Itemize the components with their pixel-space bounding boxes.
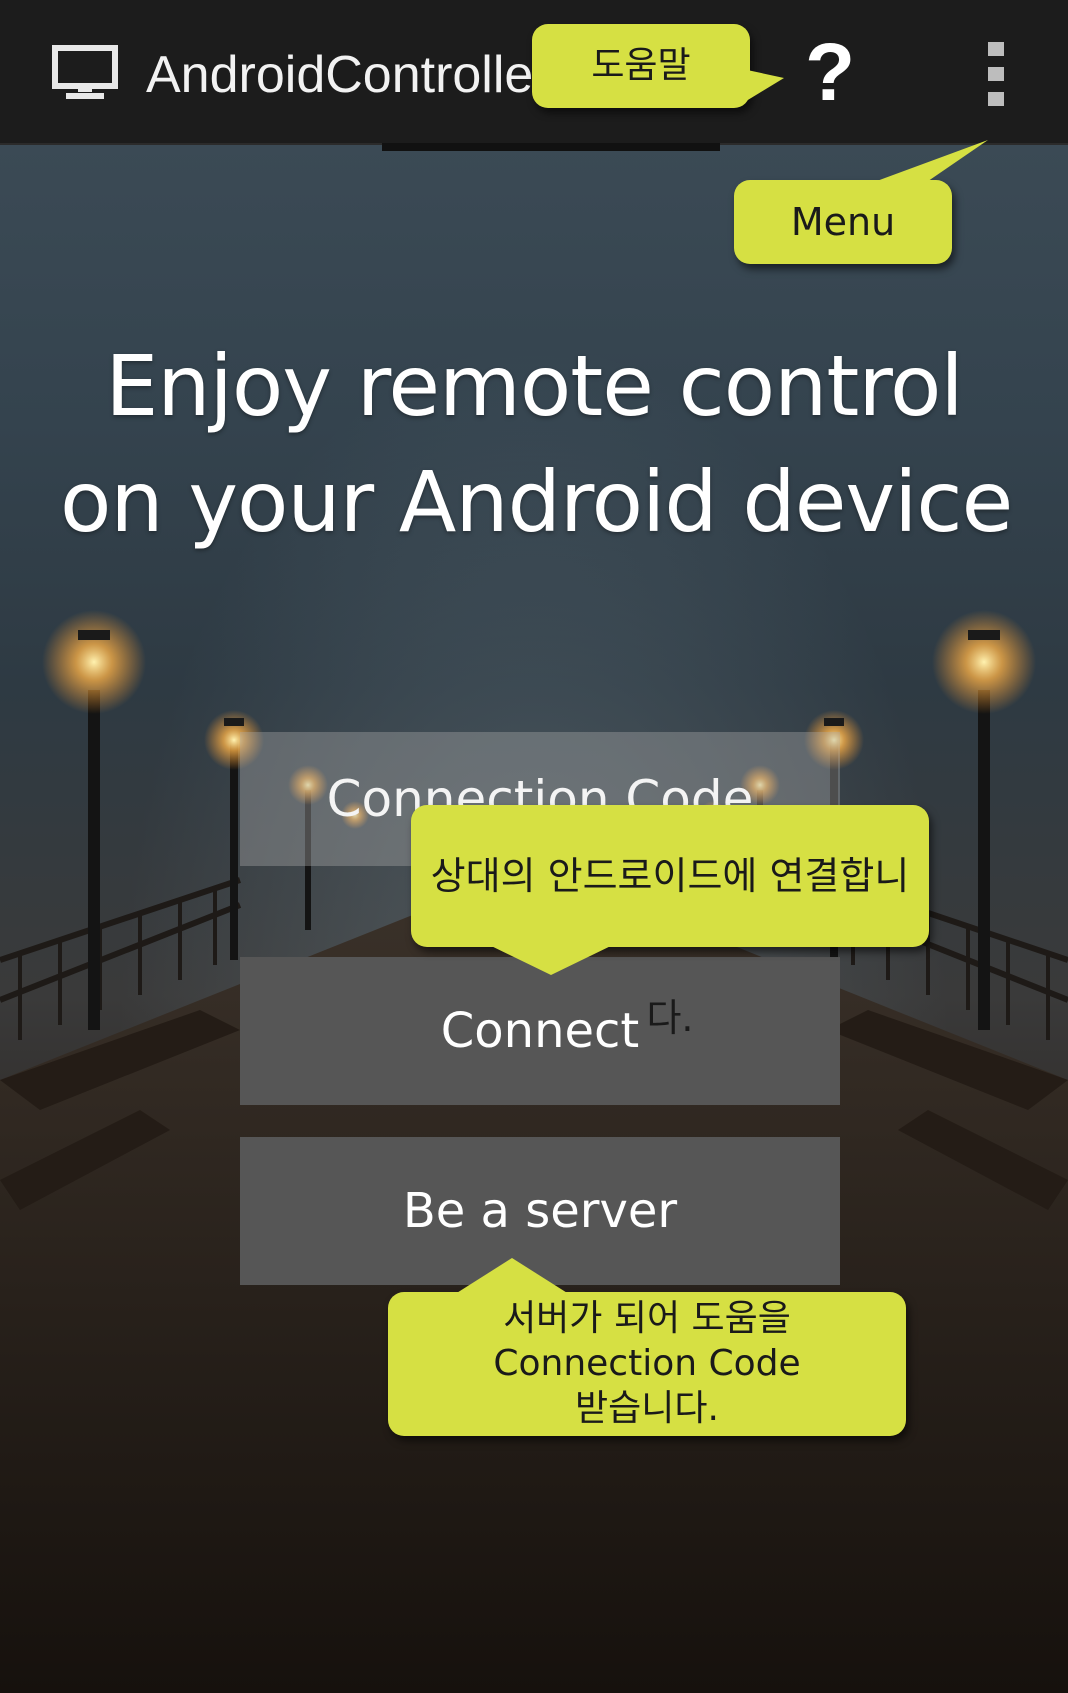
callout-tail [452, 1258, 572, 1296]
menu-callout: Menu [734, 140, 988, 264]
server-callout: 서버가 되어 도움을 Connection Code 받습니다. [388, 1258, 906, 1436]
headline-line-1: Enjoy remote control [105, 337, 964, 435]
overflow-menu-icon[interactable] [984, 40, 1008, 108]
help-callout: 도움말 [532, 24, 784, 108]
app-title: AndroidControlle [146, 46, 534, 104]
server-callout-text: 서버가 되어 도움을 Connection Code 받습니다. [388, 1296, 906, 1431]
connect-callout: 상대의 안드로이드에 연결합니다. [411, 805, 929, 1040]
server-callout-line-1: 서버가 되어 도움을 [503, 1298, 791, 1339]
server-callout-line-2: Connection Code [493, 1343, 801, 1384]
menu-callout-text: Menu [790, 200, 896, 244]
help-callout-text: 도움말 [591, 45, 691, 86]
headline: Enjoy remote control on your Android dev… [60, 328, 1013, 560]
app-screen: AndroidControlle ? Enjoy remote control … [0, 0, 1068, 1693]
headline-line-2: on your Android device [60, 453, 1013, 551]
monitor-icon [52, 45, 118, 99]
connect-callout-text: 상대의 안드로이드에 연결합니다. [430, 854, 910, 1040]
help-button[interactable]: ? [800, 30, 860, 116]
tab-indicator [382, 143, 720, 151]
server-callout-line-3: 받습니다. [575, 1388, 719, 1429]
